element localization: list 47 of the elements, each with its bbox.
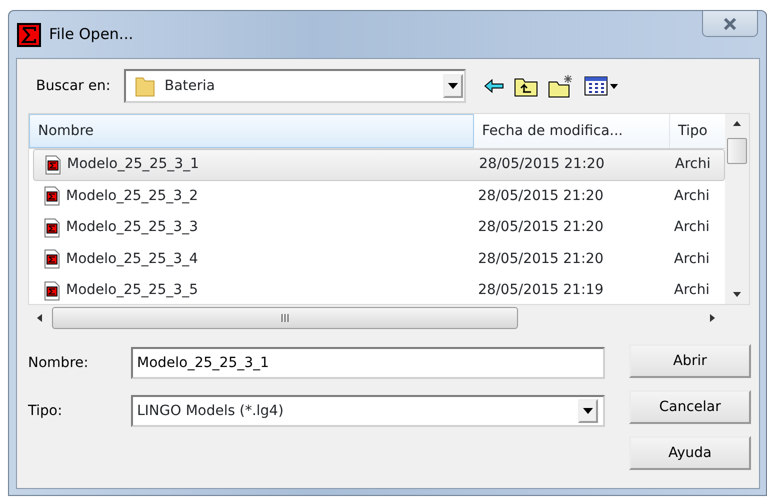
file-row[interactable]: Modelo_25_25_3_3 28/05/2015 21:20 Archi: [29, 212, 725, 244]
column-header[interactable]: Nombre: [29, 114, 474, 148]
file-type: Archi: [674, 250, 710, 267]
file-name: Modelo_25_25_3_1: [67, 155, 200, 174]
file-name-label: Nombre:: [28, 354, 90, 372]
modified-date: 28/05/2015 21:20: [478, 188, 604, 204]
file-type: Archi: [675, 156, 710, 172]
file-row[interactable]: Modelo_25_25_3_2 28/05/2015 21:20 Archi: [29, 180, 725, 212]
dialog-button[interactable]: Cancelar: [629, 390, 751, 424]
file-row[interactable]: Modelo_25_25_3_1 28/05/2015 21:20 Archi: [33, 149, 725, 180]
file-row[interactable]: Modelo_25_25_3_5 28/05/2015 21:19 Archi: [29, 275, 725, 304]
dialog-button[interactable]: Abrir: [629, 344, 751, 378]
file-type-label: Tipo:: [28, 402, 64, 420]
file-icon: [45, 154, 61, 175]
view-menu-icon[interactable]: [584, 75, 618, 97]
file-name-field[interactable]: Modelo_25_25_3_1: [131, 347, 605, 379]
file-type-value: LINGO Models (*.lg4): [137, 402, 284, 420]
file-type: Archi: [674, 219, 710, 236]
modified-date: 28/05/2015 21:20: [478, 250, 604, 267]
scrollbar-thumb[interactable]: [52, 307, 518, 329]
modified-date: 28/05/2015 21:20: [479, 156, 604, 172]
file-name: Modelo_25_25_3_4: [66, 250, 198, 269]
file-icon: [44, 280, 60, 301]
file-name: Modelo_25_25_3_3: [66, 218, 198, 238]
folder-name: Bateria: [164, 76, 215, 96]
dialog-button[interactable]: Ayuda: [629, 436, 751, 470]
close-button[interactable]: [702, 11, 758, 37]
look-in-dropdown[interactable]: Bateria: [124, 69, 466, 103]
back-arrow-icon[interactable]: [484, 79, 504, 93]
file-name: Modelo_25_25_3_2: [66, 186, 198, 206]
file-type: Archi: [674, 282, 710, 298]
app-icon: [17, 22, 41, 46]
window-title: File Open...: [49, 24, 134, 46]
file-icon: [44, 218, 60, 238]
modified-date: 28/05/2015 21:20: [478, 219, 604, 236]
file-type-dropdown[interactable]: LINGO Models (*.lg4): [131, 395, 605, 427]
file-name: Modelo_25_25_3_5: [66, 281, 198, 300]
scrollbar-thumb[interactable]: [727, 138, 747, 164]
file-icon: [44, 186, 60, 206]
file-row[interactable]: Modelo_25_25_3_4 28/05/2015 21:20 Archi: [29, 244, 725, 275]
new-folder-icon[interactable]: [548, 74, 574, 98]
modified-date: 28/05/2015 21:19: [478, 282, 604, 298]
column-header[interactable]: Fecha de modifica...: [474, 114, 670, 148]
look-in-label: Buscar en:: [36, 76, 110, 96]
file-type: Archi: [674, 188, 710, 204]
close-icon: [722, 18, 738, 30]
file-icon: [44, 249, 60, 270]
